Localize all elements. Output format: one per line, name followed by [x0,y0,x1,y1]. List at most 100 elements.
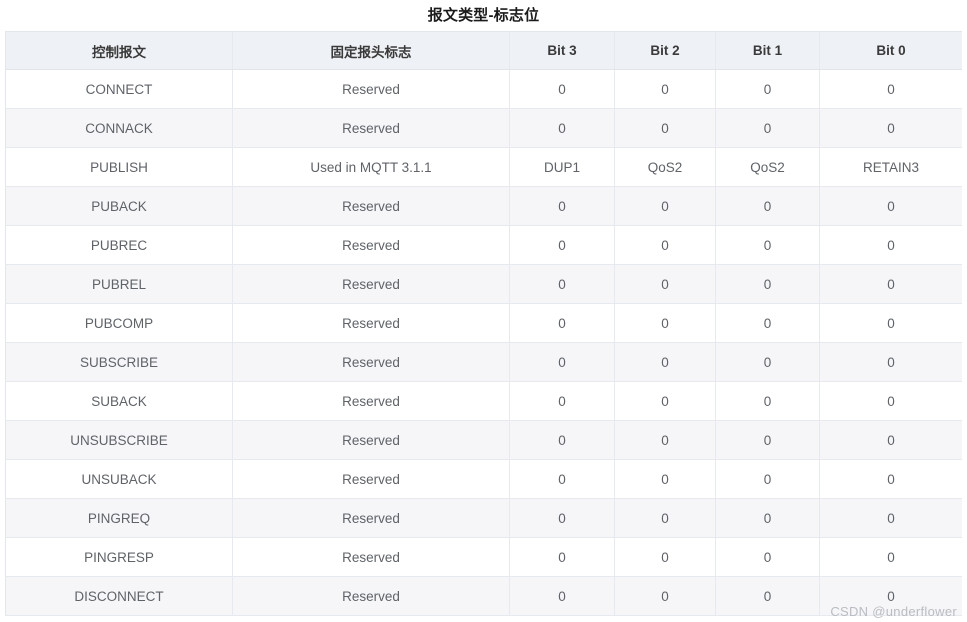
cell-message: UNSUBACK [5,459,233,499]
table-row: PUBACK Reserved 0 0 0 0 [5,186,962,226]
cell-bit2: QoS2 [614,147,716,187]
page-title: 报文类型-标志位 [427,7,540,24]
cell-bit1: 0 [715,420,820,460]
cell-message: PUBLISH [5,147,233,187]
cell-bit1: 0 [715,342,820,382]
cell-bit3: 0 [509,69,615,109]
cell-fixed_header_flag: Reserved [232,342,510,382]
cell-bit1: QoS2 [715,147,820,187]
cell-bit1: 0 [715,576,820,616]
cell-message: PINGREQ [5,498,233,538]
cell-bit0: RETAIN3 [819,147,962,187]
cell-bit1: 0 [715,225,820,265]
table-container: 控制报文 固定报头标志 Bit 3 Bit 2 Bit 1 Bit 0 CONN… [5,31,962,622]
cell-bit3: 0 [509,420,615,460]
cell-fixed_header_flag: Reserved [232,498,510,538]
cell-message: UNSUBSCRIBE [5,420,233,460]
cell-message: PUBCOMP [5,303,233,343]
cell-bit0: 0 [819,420,962,460]
cell-bit0: 0 [819,225,962,265]
column-header-bit3: Bit 3 [509,31,615,70]
cell-bit3: DUP1 [509,147,615,187]
cell-bit2: 0 [614,498,716,538]
cell-bit2: 0 [614,186,716,226]
table-row: UNSUBSCRIBE Reserved 0 0 0 0 [5,420,962,460]
cell-bit2: 0 [614,537,716,577]
cell-bit0: 0 [819,69,962,109]
cell-message: PUBREC [5,225,233,265]
cell-bit2: 0 [614,576,716,616]
column-header-bit0: Bit 0 [819,31,962,70]
cell-bit0: 0 [819,108,962,148]
table-row: PINGRESP Reserved 0 0 0 0 [5,537,962,577]
cell-bit1: 0 [715,108,820,148]
message-type-flags-table: 控制报文 固定报头标志 Bit 3 Bit 2 Bit 1 Bit 0 CONN… [5,31,962,616]
cell-fixed_header_flag: Reserved [232,576,510,616]
cell-bit2: 0 [614,69,716,109]
cell-bit0: 0 [819,186,962,226]
cell-fixed_header_flag: Reserved [232,225,510,265]
cell-bit2: 0 [614,420,716,460]
cell-bit0: 0 [819,264,962,304]
column-header-message: 控制报文 [5,31,233,70]
table-row: PUBREL Reserved 0 0 0 0 [5,264,962,304]
cell-fixed_header_flag: Reserved [232,459,510,499]
cell-bit3: 0 [509,225,615,265]
cell-bit3: 0 [509,186,615,226]
cell-bit2: 0 [614,108,716,148]
cell-message: CONNECT [5,69,233,109]
table-header: 控制报文 固定报头标志 Bit 3 Bit 2 Bit 1 Bit 0 [5,31,962,70]
cell-message: SUBSCRIBE [5,342,233,382]
cell-bit3: 0 [509,381,615,421]
cell-bit1: 0 [715,303,820,343]
cell-bit0: 0 [819,498,962,538]
cell-message: SUBACK [5,381,233,421]
cell-bit3: 0 [509,264,615,304]
cell-bit3: 0 [509,459,615,499]
cell-fixed_header_flag: Reserved [232,381,510,421]
cell-bit1: 0 [715,459,820,499]
cell-bit1: 0 [715,498,820,538]
cell-bit3: 0 [509,108,615,148]
cell-fixed_header_flag: Reserved [232,69,510,109]
cell-bit0: 0 [819,381,962,421]
cell-bit1: 0 [715,69,820,109]
cell-bit0: 0 [819,576,962,616]
cell-bit2: 0 [614,459,716,499]
cell-bit3: 0 [509,303,615,343]
table-row: UNSUBACK Reserved 0 0 0 0 [5,459,962,499]
cell-bit3: 0 [509,498,615,538]
cell-fixed_header_flag: Used in MQTT 3.1.1 [232,147,510,187]
table-row: PUBCOMP Reserved 0 0 0 0 [5,303,962,343]
table-row: PINGREQ Reserved 0 0 0 0 [5,498,962,538]
cell-bit0: 0 [819,537,962,577]
table-row: CONNACK Reserved 0 0 0 0 [5,108,962,148]
column-header-fixed-header-flag: 固定报头标志 [232,31,510,70]
table-row: SUBSCRIBE Reserved 0 0 0 0 [5,342,962,382]
cell-bit2: 0 [614,342,716,382]
cell-bit2: 0 [614,225,716,265]
cell-fixed_header_flag: Reserved [232,108,510,148]
column-header-bit2: Bit 2 [614,31,716,70]
cell-message: PINGRESP [5,537,233,577]
cell-fixed_header_flag: Reserved [232,420,510,460]
cell-bit0: 0 [819,342,962,382]
cell-bit1: 0 [715,381,820,421]
cell-bit3: 0 [509,537,615,577]
table-row: DISCONNECT Reserved 0 0 0 0 [5,576,962,616]
cell-message: CONNACK [5,108,233,148]
cell-fixed_header_flag: Reserved [232,303,510,343]
cell-bit1: 0 [715,537,820,577]
cell-message: PUBACK [5,186,233,226]
cell-bit3: 0 [509,342,615,382]
table-row: PUBREC Reserved 0 0 0 0 [5,225,962,265]
table-body: CONNECT Reserved 0 0 0 0 CONNACK Reserved 0 0 0 0 PU… [5,69,962,616]
cell-bit0: 0 [819,459,962,499]
cell-bit0: 0 [819,303,962,343]
cell-bit3: 0 [509,576,615,616]
table-row: CONNECT Reserved 0 0 0 0 [5,69,962,109]
table-header-row: 控制报文 固定报头标志 Bit 3 Bit 2 Bit 1 Bit 0 [5,31,962,70]
cell-message: DISCONNECT [5,576,233,616]
cell-fixed_header_flag: Reserved [232,264,510,304]
cell-bit2: 0 [614,264,716,304]
